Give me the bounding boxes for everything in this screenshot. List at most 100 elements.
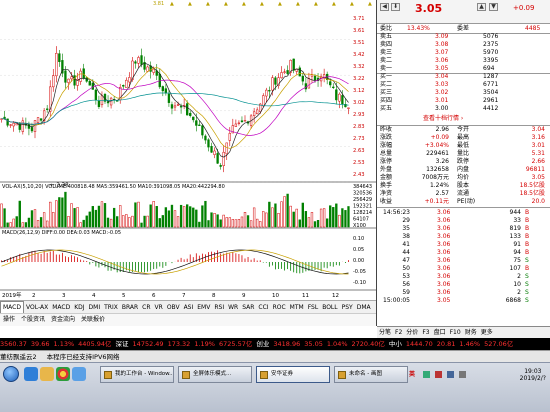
download-icon[interactable]: ⬇ — [391, 3, 400, 11]
chrome-icon[interactable] — [56, 367, 70, 381]
trade-price: 3.06 — [437, 225, 451, 232]
volume-bar — [134, 202, 137, 228]
stat-value: 20.0 — [531, 198, 545, 205]
prev-icon[interactable]: ◀ — [380, 3, 389, 11]
trade-direction: B — [525, 217, 530, 224]
clock[interactable]: 19:03 2019/2/? — [520, 368, 546, 382]
price-axis-label: 2.43 — [353, 172, 365, 178]
quote-row: 卖四 3.08 2375 — [377, 41, 550, 49]
volume-bar — [158, 218, 161, 228]
trade-volume: 2 — [517, 289, 521, 296]
quote-tab[interactable]: F3 — [420, 327, 431, 338]
info-tab[interactable]: 资金流向 — [48, 314, 78, 326]
tray-volume-icon[interactable] — [459, 371, 466, 378]
ticker-item: 1.46% — [459, 340, 481, 348]
volume-bar — [167, 210, 171, 228]
volume-bar — [21, 222, 24, 228]
ie-icon[interactable] — [24, 367, 38, 381]
taskbar-window-button[interactable]: 安华证券 — [256, 366, 330, 383]
quote-tab[interactable]: 盘口 — [432, 327, 448, 338]
stat-value: 5.31 — [531, 150, 545, 157]
event-marker: ▲ — [224, 1, 228, 7]
trade-volume: 133 — [509, 233, 521, 240]
candle-body — [91, 82, 94, 90]
candle-body — [18, 122, 21, 130]
trade-price: 3.06 — [437, 217, 451, 224]
volume-bar — [176, 216, 180, 228]
volume-bar — [164, 207, 168, 228]
stat-value: 7008万元 — [421, 174, 449, 181]
quote-row: 38 3.06 133 B — [377, 233, 550, 241]
taskbar-window-button[interactable]: 全屏体乐模式... — [178, 366, 252, 383]
volume-bar — [122, 215, 125, 228]
ticker-item: 173.32 — [167, 340, 191, 348]
candle-body — [237, 122, 241, 124]
volume-bar — [341, 208, 344, 228]
quote-tab[interactable]: 分价 — [404, 327, 420, 338]
quote-row: 买三 3.02 3504 — [377, 89, 550, 97]
price-axis-label: 3.61 — [353, 28, 365, 34]
ask-price: 3.09 — [435, 33, 449, 40]
volume-bar — [283, 196, 286, 228]
event-marker: ▲ — [260, 1, 264, 7]
volume-bar — [234, 219, 238, 228]
ime-indicator[interactable]: 英 — [409, 366, 415, 383]
media-icon[interactable] — [72, 367, 86, 381]
quote-row: 昨收 2.96 今开 3.04 — [377, 126, 550, 134]
quote-row: 委比 13.43% 委差 4485 — [377, 25, 550, 33]
stat-label: 总量 — [380, 150, 393, 157]
start-button[interactable] — [3, 366, 19, 382]
explorer-icon[interactable] — [40, 367, 54, 381]
quote-tab[interactable]: 更多 — [479, 327, 495, 338]
x-axis-label: 10 — [272, 293, 279, 299]
tray-app-icon[interactable] — [423, 371, 430, 378]
trade-volume: 75 — [513, 257, 521, 264]
ten-level-link[interactable]: 查看十档行情 › — [423, 115, 463, 123]
tray-network-icon[interactable] — [447, 371, 454, 378]
volume-bar — [67, 216, 70, 228]
candle-body — [30, 127, 34, 132]
quote-tab[interactable]: F2 — [393, 327, 404, 338]
volume-bar — [88, 211, 91, 228]
volume-bar — [106, 217, 110, 228]
quote-row: 换手 1.24% 股本 18.5亿股 — [377, 182, 550, 190]
info-tab[interactable]: 关联报价 — [78, 314, 108, 326]
candle-body — [338, 93, 341, 102]
event-marker: ▲ — [242, 1, 246, 7]
event-marker: ▲ — [188, 1, 192, 7]
down-icon[interactable]: ▼ — [489, 3, 498, 11]
quote-tab[interactable]: 财务 — [463, 327, 479, 338]
quote-tab[interactable]: 分笔 — [377, 327, 393, 338]
chart-area[interactable]: ← 2.38 VOL-AX(5,10,20) VOLUME:400818.48 M… — [0, 0, 376, 326]
price-axis-label: 2.73 — [353, 136, 365, 142]
bid-volume: 3504 — [483, 89, 499, 96]
x-axis-label: 3 — [62, 293, 66, 299]
candle-body — [347, 107, 350, 109]
volume-bar — [0, 203, 3, 228]
info-tab[interactable]: 个股资讯 — [18, 314, 48, 326]
volume-bar — [329, 205, 332, 228]
chart-canvas[interactable]: ← 2.38VOL-AX(5,10,20) VOLUME:400818.48 M… — [0, 0, 376, 300]
quote-row: 41 3.06 91 B — [377, 241, 550, 249]
ask-level-label: 卖二 — [380, 57, 393, 64]
candle-body — [173, 105, 177, 108]
volume-bar — [240, 216, 244, 228]
tray-antivirus-icon[interactable] — [435, 371, 442, 378]
volume-bar — [58, 197, 61, 228]
quote-row: 29 3.06 33 B — [377, 217, 550, 225]
ask-volume: 2375 — [483, 41, 499, 48]
volume-bar — [256, 218, 259, 228]
volume-bar — [289, 205, 292, 228]
candle-body — [228, 133, 231, 141]
volume-bar — [36, 220, 40, 228]
up-icon[interactable]: ▲ — [477, 3, 486, 11]
taskbar-window-button[interactable]: 未命名 - 画图 — [334, 366, 408, 383]
quote-tab[interactable]: F10 — [448, 327, 463, 338]
volume-bar — [100, 201, 104, 228]
volume-bar — [161, 215, 164, 228]
stat-label: 涨幅 — [380, 142, 393, 149]
volume-bar — [252, 207, 256, 228]
candle-body — [216, 153, 219, 164]
info-tab[interactable]: 操作 — [0, 314, 18, 326]
taskbar-window-button[interactable]: 我的工作台 - Window... — [100, 366, 174, 383]
